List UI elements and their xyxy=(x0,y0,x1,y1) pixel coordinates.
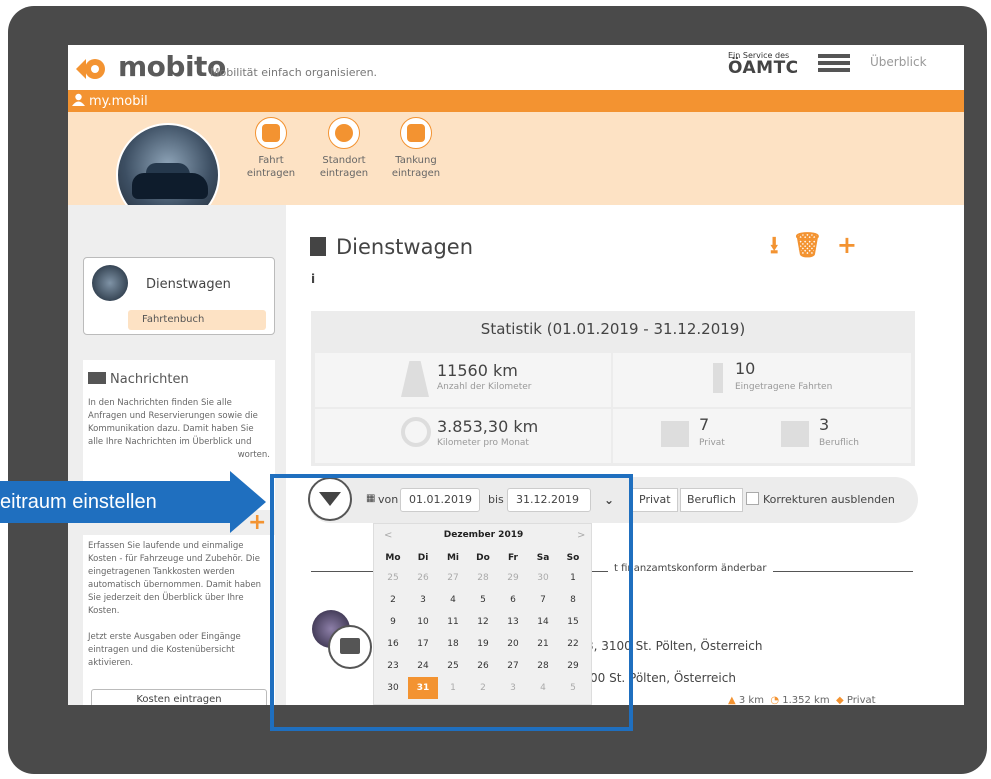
overview-link[interactable]: Überblick xyxy=(870,55,927,69)
envelope-icon xyxy=(88,372,106,384)
add-icon[interactable]: + xyxy=(837,231,857,259)
private-sign-icon xyxy=(661,421,689,447)
business-filter-button[interactable]: Beruflich xyxy=(680,488,743,512)
statistics-header: Statistik (01.01.2019 - 31.12.2019) xyxy=(480,320,746,338)
page-title: Dienstwagen xyxy=(310,235,473,259)
vehicle-thumb xyxy=(92,265,128,301)
private-label: Privat xyxy=(699,438,725,448)
costs-panel: Erfassen Sie laufende und einmalige Kost… xyxy=(83,535,275,705)
trip-total-km: 1.352 km xyxy=(782,695,830,705)
up-down-arrow-icon xyxy=(713,363,723,393)
add-location-line1: Standort xyxy=(322,155,366,166)
messages-title[interactable]: Nachrichten xyxy=(110,372,189,387)
trips-value: 10 xyxy=(735,359,756,378)
my-mobil-bar[interactable]: my.mobil xyxy=(68,90,964,112)
total-km-label: Anzahl der Kilometer xyxy=(437,382,532,392)
stat-total-km: 11560 km Anzahl der Kilometer xyxy=(315,353,611,407)
add-costs-label: Kosten eintragen xyxy=(136,694,222,705)
business-sign-icon xyxy=(781,421,809,447)
odometer-icon: ◔ xyxy=(770,695,780,705)
add-trip-line2: eintragen xyxy=(246,168,296,179)
hide-corrections-label: Korrekturen ausblenden xyxy=(763,493,895,506)
private-filter-button[interactable]: Privat xyxy=(632,488,678,512)
tutorial-callout: eitraum einstellen xyxy=(0,471,268,533)
costs-text: Erfassen Sie laufende und einmalige Kost… xyxy=(88,541,262,616)
average-icon xyxy=(401,417,431,447)
logbook-tag[interactable]: Fahrtenbuch xyxy=(128,310,266,330)
business-value: 3 xyxy=(819,415,830,434)
trips-label: Eingetragene Fahrten xyxy=(735,382,833,392)
sidebar: Dienstwagen Fahrtenbuch Nachrichten In d… xyxy=(68,205,286,705)
callout-text: eitraum einstellen xyxy=(0,491,157,513)
statistics-panel: Statistik (01.01.2019 - 31.12.2019) 1156… xyxy=(311,311,915,466)
highlight-box xyxy=(270,474,633,731)
user-icon xyxy=(72,93,85,106)
add-costs-button[interactable]: Kosten eintragen xyxy=(91,689,267,705)
stat-km-per-month: 3.853,30 km Kilometer pro Monat xyxy=(315,409,611,463)
logo-tagline: Mobilität einfach organisieren. xyxy=(210,66,378,79)
private-value: 7 xyxy=(699,415,710,434)
logbook-icon xyxy=(310,237,326,256)
trip-type: Privat xyxy=(846,695,876,705)
crosshair-icon xyxy=(328,117,360,149)
hamburger-menu-icon[interactable] xyxy=(818,54,850,72)
road-small-icon: ▲ xyxy=(728,695,736,705)
trash-icon[interactable]: 🗑 xyxy=(792,231,822,259)
costs-cta-text: Jetzt erste Ausgaben oder Eingänge eintr… xyxy=(88,632,241,668)
book-icon xyxy=(255,117,287,149)
avg-km-value: 3.853,30 km xyxy=(437,417,539,436)
oamtc-logo: ÖAMTC xyxy=(728,58,799,78)
download-icon[interactable]: ⭳ xyxy=(770,231,778,259)
hide-corrections-checkbox[interactable] xyxy=(746,492,759,505)
app-header: mobito Mobilität einfach organisieren. E… xyxy=(68,45,964,90)
messages-tail: worten. xyxy=(237,450,270,460)
add-trip-action[interactable]: Fahrt eintragen xyxy=(241,117,301,180)
info-icon[interactable]: i xyxy=(311,272,315,286)
road-icon xyxy=(401,361,429,397)
trip-km: 3 km xyxy=(738,695,764,705)
add-refuel-line1: Tankung xyxy=(395,155,437,166)
messages-text: In den Nachrichten finden Sie alle Anfra… xyxy=(88,398,258,447)
avg-km-label: Kilometer pro Monat xyxy=(437,438,529,448)
total-km-value: 11560 km xyxy=(437,361,518,380)
stat-private-business: 7 Privat 3 Beruflich xyxy=(613,409,911,463)
add-location-line2: eintragen xyxy=(319,168,369,179)
add-location-action[interactable]: Standort eintragen xyxy=(314,117,374,180)
page-title-text: Dienstwagen xyxy=(336,235,474,259)
vehicle-card[interactable]: Dienstwagen Fahrtenbuch xyxy=(83,257,275,335)
tag-icon: ◆ xyxy=(835,695,844,705)
business-label: Beruflich xyxy=(819,438,859,448)
add-refuel-action[interactable]: Tankung eintragen xyxy=(386,117,446,180)
stat-trips: 10 Eingetragene Fahrten xyxy=(613,353,911,407)
vehicle-name: Dienstwagen xyxy=(146,277,231,292)
mobito-logo-icon[interactable] xyxy=(74,55,108,83)
add-refuel-line2: eintragen xyxy=(391,168,441,179)
trip-meta: ▲ 3 km ◔ 1.352 km ◆ Privat xyxy=(728,695,876,705)
add-trip-line1: Fahrt xyxy=(258,155,284,166)
my-mobil-label: my.mobil xyxy=(89,94,148,109)
logbook-label: Fahrtenbuch xyxy=(142,314,205,325)
page-actions: ⭳ 🗑 + xyxy=(770,228,871,269)
fuel-icon xyxy=(400,117,432,149)
